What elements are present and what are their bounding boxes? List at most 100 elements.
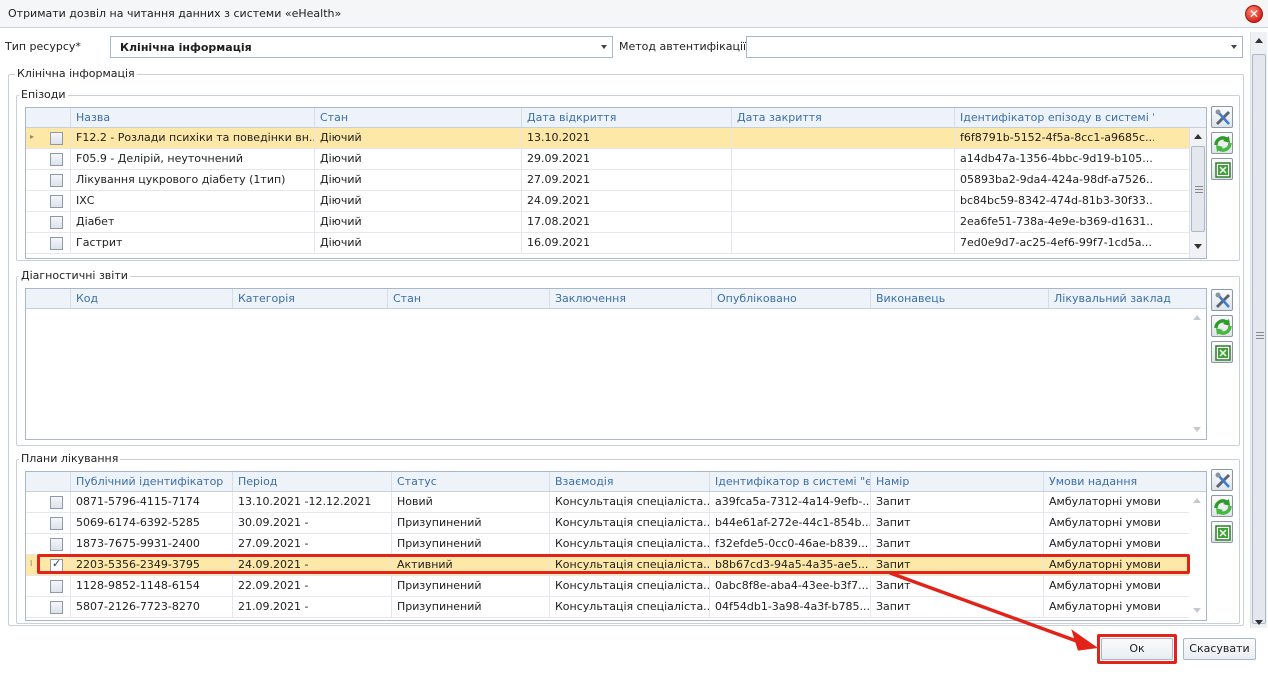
scroll-up-icon[interactable] (1255, 38, 1263, 43)
column-header[interactable]: Лікувальний заклад (1048, 289, 1189, 308)
column-header[interactable]: Категорія (232, 289, 387, 308)
scroll-down-icon[interactable] (1193, 608, 1201, 613)
cell-status: Призупинений (391, 576, 549, 597)
scroll-down-icon[interactable] (1193, 427, 1201, 432)
cell-system-id: 0abc8f8e-aba4-43ee-b3f7... (709, 576, 870, 597)
episodes-grid: Назва Стан Дата відкриття Дата закриття … (25, 107, 1207, 259)
column-header[interactable]: Взаємодія (549, 472, 709, 491)
table-row[interactable]: F05.9 - Делірій, неуточнений Діючий 29.09.… (26, 149, 1189, 170)
cell-public-id: 1873-7675-9931-2400 (70, 534, 232, 555)
main-scrollbar-thumb[interactable] (1252, 54, 1266, 624)
row-checkbox[interactable] (50, 538, 63, 551)
cell-name: Діабет (70, 212, 314, 233)
column-header[interactable]: Виконавець (870, 289, 1048, 308)
treatment-plans-header: Публічний ідентифікатор Період Статус Вз… (26, 472, 1206, 492)
table-row[interactable]: Лікування цукрового діабету (1тип) Діючий… (26, 170, 1189, 191)
table-row[interactable]: Гастрит Діючий 16.09.2021 7ed0e9d7-ac25-4ef… (26, 233, 1189, 254)
column-header[interactable]: Намір (870, 472, 1048, 491)
cell-public-id: 5807-2126-7723-8270 (70, 597, 232, 618)
table-row[interactable]: 5069-6174-6392-5285 30.09.2021 - Призупине… (26, 513, 1189, 534)
row-checkbox[interactable] (50, 580, 63, 593)
refresh-icon[interactable] (1211, 315, 1233, 337)
episodes-scrollbar-thumb[interactable] (1191, 146, 1205, 232)
scroll-up-icon[interactable] (1193, 315, 1201, 320)
export-icon[interactable] (1211, 341, 1233, 363)
column-header[interactable]: Період (232, 472, 391, 491)
resource-type-select[interactable]: Клінічна інформація (110, 36, 613, 58)
diagnostic-reports-scrollbar[interactable] (1189, 309, 1206, 439)
ok-button-highlight (1097, 634, 1177, 664)
diagnostic-reports-grid: Код Категорія Стан Заключення Опублікова… (25, 288, 1207, 440)
close-icon[interactable]: ✕ (1245, 5, 1263, 23)
row-checkbox[interactable] (50, 132, 63, 145)
auth-method-select[interactable] (746, 36, 1243, 58)
cell-public-id: 5069-6174-6392-5285 (70, 513, 232, 534)
scroll-down-icon[interactable] (1194, 244, 1202, 249)
cell-status: Призупинений (391, 513, 549, 534)
column-header[interactable]: Код (70, 289, 232, 308)
row-checkbox[interactable] (50, 237, 63, 250)
column-header[interactable]: Дата відкриття (521, 108, 731, 127)
row-checkbox[interactable] (50, 496, 63, 509)
cell-name: F12.2 - Розлади психіки та поведінки вн.… (70, 128, 314, 149)
cell-opened: 29.09.2021 (521, 149, 731, 170)
scroll-down-icon[interactable] (1255, 620, 1263, 625)
export-icon[interactable] (1211, 158, 1233, 180)
cell-interaction: Консультація спеціаліста... (549, 576, 709, 597)
main-scrollbar[interactable] (1250, 32, 1267, 628)
column-header[interactable]: Заключення (549, 289, 711, 308)
settings-tools-icon[interactable] (1211, 469, 1233, 491)
cell-intent: Запит (870, 513, 1043, 534)
cell-system-id: 04f54db1-3a98-4a3f-b785... (709, 597, 870, 618)
cell-period: 30.09.2021 - (232, 513, 391, 534)
cell-conditions: Амбулаторні умови (1043, 513, 1189, 534)
column-header[interactable]: Опубліковано (711, 289, 870, 308)
diagnostic-reports-group-label: Діагностичні звіти (19, 269, 130, 282)
cell-conditions: Амбулаторні умови (1043, 492, 1189, 513)
settings-tools-icon[interactable] (1211, 289, 1233, 311)
episodes-group-label: Епізоди (19, 88, 68, 101)
cell-public-id: 1128-9852-1148-6154 (70, 576, 232, 597)
auth-method-label: Метод автентифікації (619, 40, 747, 53)
episodes-scrollbar[interactable] (1189, 128, 1206, 258)
table-row[interactable]: ▸ F12.2 - Розлади психіки та поведінки вн… (26, 128, 1189, 149)
cell-id: 2ea6fe51-738a-4e9e-b369-d1631... (954, 212, 1154, 233)
table-row[interactable]: 0871-5796-4115-7174 13.10.2021 -12.12.202… (26, 492, 1189, 513)
scroll-up-icon[interactable] (1193, 498, 1201, 503)
row-checkbox[interactable] (50, 601, 63, 614)
cell-status: Призупинений (391, 597, 549, 618)
row-checkbox[interactable] (50, 517, 63, 530)
treatment-plans-scrollbar[interactable] (1189, 492, 1206, 620)
window-title: Отримати дозвіл на читання данних з сист… (8, 7, 342, 20)
cell-interaction: Консультація спеціаліста... (549, 534, 709, 555)
column-header[interactable]: Публічний ідентифікатор (70, 472, 232, 491)
table-row[interactable]: 1873-7675-9931-2400 27.09.2021 - Призупине… (26, 534, 1189, 555)
row-checkbox[interactable] (50, 174, 63, 187)
table-row[interactable]: Діабет Діючий 17.08.2021 2ea6fe51-738a-4e9e… (26, 212, 1189, 233)
scroll-up-icon[interactable] (1194, 134, 1202, 139)
cell-period: 22.09.2021 - (232, 576, 391, 597)
row-checkbox[interactable] (50, 216, 63, 229)
cell-period: 27.09.2021 - (232, 534, 391, 555)
cell-state: Діючий (314, 170, 521, 191)
cell-opened: 13.10.2021 (521, 128, 731, 149)
column-header[interactable]: Назва (70, 108, 314, 127)
refresh-icon[interactable] (1211, 495, 1233, 517)
row-checkbox[interactable] (50, 153, 63, 166)
resource-type-label: Тип ресурсу* (5, 40, 81, 53)
column-header[interactable]: Статус (391, 472, 549, 491)
column-header[interactable]: Стан (314, 108, 521, 127)
column-header[interactable]: Ідентифікатор в системі "eH (709, 472, 870, 491)
refresh-icon[interactable] (1211, 132, 1233, 154)
treatment-plans-group-label: Плани лікування (19, 452, 121, 465)
column-header[interactable]: Умови надання (1043, 472, 1189, 491)
column-header[interactable]: Дата закриття (731, 108, 954, 127)
column-header[interactable]: Ідентифікатор епізоду в системі "є (954, 108, 1154, 127)
cancel-button[interactable]: Скасувати (1183, 638, 1256, 660)
row-indicator-icon: I (30, 559, 33, 568)
row-checkbox[interactable] (50, 195, 63, 208)
column-header[interactable]: Стан (387, 289, 549, 308)
table-row[interactable]: ІХС Діючий 24.09.2021 bc84bc59-8342-474d-81… (26, 191, 1189, 212)
settings-tools-icon[interactable] (1211, 106, 1233, 128)
export-icon[interactable] (1211, 521, 1233, 543)
